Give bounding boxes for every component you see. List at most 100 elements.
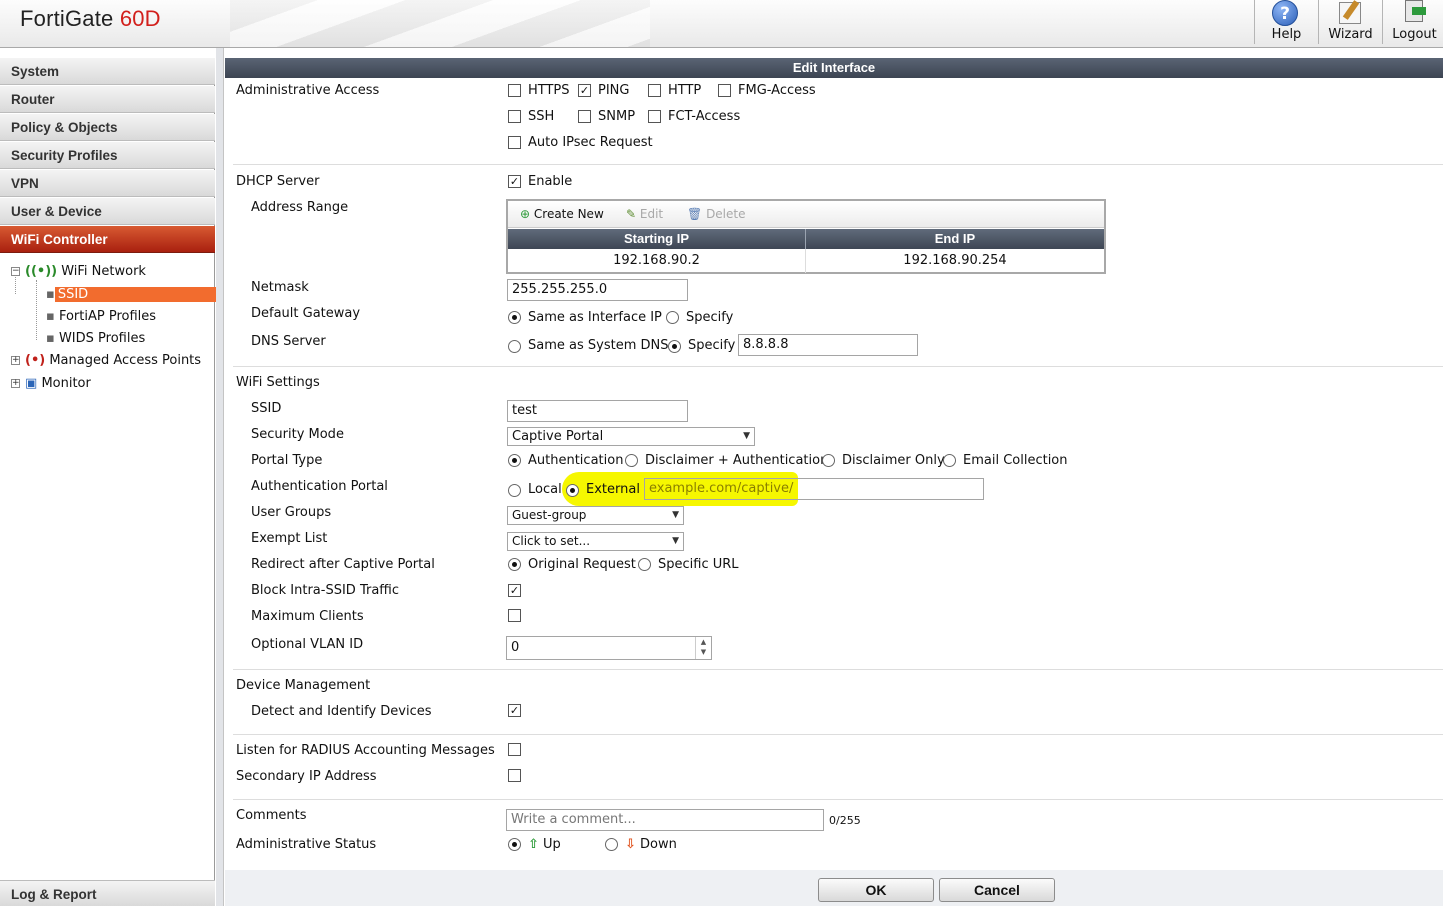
divider [233, 669, 1443, 670]
wizard-button[interactable]: Wizard [1318, 0, 1382, 44]
tree-managed-aps[interactable]: + (•) Managed Access Points [11, 351, 201, 371]
nav-router[interactable]: Router [0, 86, 215, 113]
status-up-radio[interactable] [508, 838, 521, 851]
portal-auth-radio[interactable] [508, 454, 521, 467]
portal-disclaimer-only-label: Disclaimer Only [842, 453, 945, 468]
vlan-id-stepper[interactable]: 0 ▲ ▼ [506, 636, 712, 660]
nav-log-report[interactable]: Log & Report [0, 880, 215, 906]
spinner-arrows-icon[interactable]: ▲ ▼ [695, 637, 711, 659]
dns-system-radio[interactable] [508, 340, 521, 353]
expand-icon[interactable]: + [11, 356, 20, 365]
auth-external-label: External [586, 482, 640, 497]
auth-external-radio[interactable] [566, 484, 579, 497]
status-down-option: ⇩ Down [625, 837, 677, 852]
divider [233, 734, 1443, 735]
portal-auth-label: Authentication [528, 453, 624, 468]
cancel-button[interactable]: Cancel [939, 878, 1055, 902]
delete-button[interactable]: 🗑 Delete [687, 207, 746, 221]
tree-monitor[interactable]: + ▣ Monitor [11, 374, 91, 394]
page-title: Edit Interface [225, 58, 1443, 78]
comments-input[interactable]: Write a comment... [506, 809, 824, 831]
gateway-specify-radio[interactable] [666, 311, 679, 324]
detect-devices-checkbox[interactable]: ✓ [508, 704, 521, 717]
fmg-access-checkbox[interactable] [718, 84, 731, 97]
wizard-label: Wizard [1328, 27, 1373, 42]
exempt-list-select[interactable]: Click to set... ▼ [507, 532, 684, 551]
expand-icon[interactable]: + [11, 379, 20, 388]
dns-specify-label: Specify [688, 338, 736, 353]
status-down-label: Down [640, 837, 677, 852]
create-new-button[interactable]: ⊕ Create New [520, 207, 604, 221]
tree-ssid[interactable]: ▪ SSID [46, 285, 219, 305]
collapse-icon[interactable]: − [11, 267, 20, 276]
auth-local-radio[interactable] [508, 484, 521, 497]
max-clients-checkbox[interactable] [508, 609, 521, 622]
ssid-label: SSID [251, 401, 282, 416]
nav-security-profiles[interactable]: Security Profiles [0, 142, 215, 169]
dhcp-server-label: DHCP Server [236, 174, 320, 189]
https-label: HTTPS [528, 83, 570, 98]
edit-button[interactable]: ✎ Edit [626, 207, 663, 221]
dns-specify-radio[interactable] [668, 340, 681, 353]
security-mode-select[interactable]: Captive Portal ▼ [507, 427, 755, 446]
status-down-radio[interactable] [605, 838, 618, 851]
snmp-checkbox[interactable] [578, 110, 591, 123]
portal-type-label: Portal Type [251, 453, 323, 468]
ssh-checkbox[interactable] [508, 110, 521, 123]
fct-access-checkbox[interactable] [648, 110, 661, 123]
block-intra-ssid-checkbox[interactable]: ✓ [508, 584, 521, 597]
nav-wifi-controller[interactable]: WiFi Controller [0, 226, 215, 253]
auth-url-input[interactable]: example.com/captive/ [644, 478, 984, 500]
ping-checkbox[interactable]: ✓ [578, 84, 591, 97]
ok-button[interactable]: OK [818, 878, 934, 902]
secondary-ip-checkbox[interactable] [508, 769, 521, 782]
radius-accounting-checkbox[interactable] [508, 743, 521, 756]
chevron-down-icon: ▼ [672, 510, 679, 520]
netmask-input[interactable]: 255.255.255.0 [507, 279, 688, 301]
access-point-icon: (•) [25, 353, 46, 368]
table-cell-end-ip[interactable]: 192.168.90.254 [806, 249, 1104, 273]
nav-policy-objects[interactable]: Policy & Objects [0, 114, 215, 141]
tree-fortiap-profiles[interactable]: ▪ FortiAP Profiles [46, 307, 156, 327]
dns-input[interactable]: 8.8.8.8 [738, 334, 918, 356]
vlan-id-value: 0 [511, 640, 520, 655]
table-cell-starting-ip[interactable]: 192.168.90.2 [508, 249, 806, 273]
ssid-input[interactable]: test [507, 400, 688, 422]
logout-icon [1405, 0, 1426, 22]
divider [233, 164, 1443, 165]
column-header-starting-ip[interactable]: Starting IP [508, 229, 806, 249]
gateway-same-radio[interactable] [508, 311, 521, 324]
admin-status-label: Administrative Status [236, 837, 377, 852]
wifi-settings-heading: WiFi Settings [236, 375, 320, 390]
portal-email-label: Email Collection [963, 453, 1068, 468]
arrow-up-icon: ⇧ [528, 837, 539, 852]
tree-wifi-network[interactable]: − ((•)) WiFi Network [11, 262, 146, 282]
security-mode-label: Security Mode [251, 427, 344, 442]
wifi-network-icon: ((•)) [25, 264, 58, 279]
logout-button[interactable]: Logout [1382, 0, 1443, 44]
tree-wids-profiles[interactable]: ▪ WIDS Profiles [46, 329, 145, 349]
nav-user-device[interactable]: User & Device [0, 198, 215, 225]
user-groups-select[interactable]: Guest-group ▼ [507, 506, 684, 525]
nav-vpn[interactable]: VPN [0, 170, 215, 197]
brand-name: FortiGate [20, 6, 114, 31]
portal-email-radio[interactable] [943, 454, 956, 467]
dhcp-enable-checkbox[interactable]: ✓ [508, 175, 521, 188]
auto-ipsec-checkbox[interactable] [508, 136, 521, 149]
portal-disclaimer-auth-radio[interactable] [625, 454, 638, 467]
help-button[interactable]: ? Help [1254, 0, 1318, 44]
redirect-specific-radio[interactable] [638, 558, 651, 571]
column-header-end-ip[interactable]: End IP [806, 229, 1104, 249]
http-checkbox[interactable] [648, 84, 661, 97]
tree-wids-label: WIDS Profiles [58, 331, 146, 346]
tree-fortiap-label: FortiAP Profiles [58, 309, 157, 324]
gateway-specify-label: Specify [686, 310, 734, 325]
nav-system[interactable]: System [0, 58, 215, 85]
sidebar-splitter[interactable] [216, 48, 224, 906]
https-checkbox[interactable] [508, 84, 521, 97]
wizard-icon [1339, 2, 1361, 24]
portal-disclaimer-only-radio[interactable] [822, 454, 835, 467]
tree-monitor-label: Monitor [41, 376, 91, 391]
chevron-down-icon: ▼ [672, 536, 679, 546]
redirect-original-radio[interactable] [508, 558, 521, 571]
